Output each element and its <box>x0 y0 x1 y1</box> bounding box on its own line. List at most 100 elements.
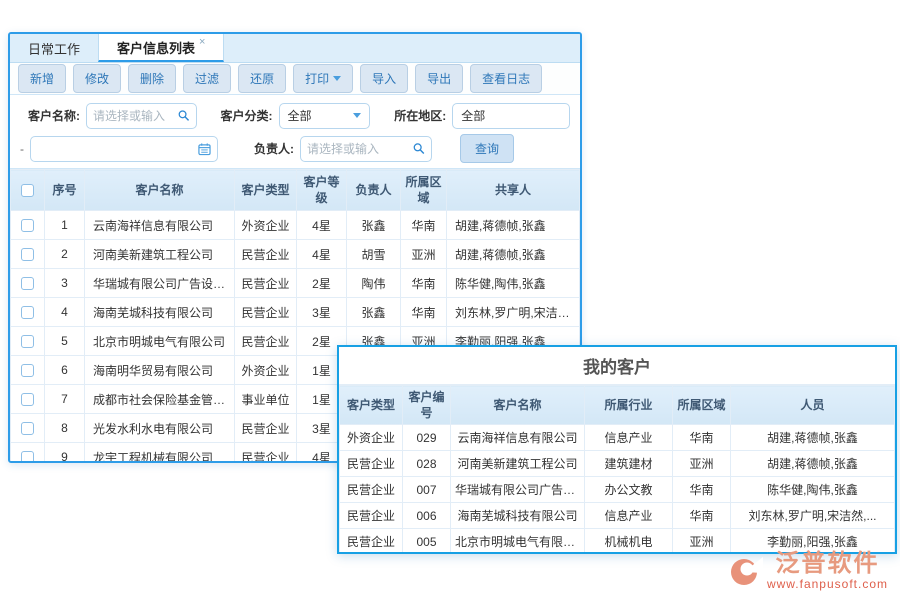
my-customers-table: 客户类型 客户编号 客户名称 所属行业 所属区域 人员 外资企业029云南海祥信… <box>339 385 895 554</box>
edit-button[interactable]: 修改 <box>73 64 121 93</box>
region-label: 所在地区: <box>394 107 446 124</box>
search-icon[interactable] <box>413 142 425 155</box>
filter-button[interactable]: 过滤 <box>183 64 231 93</box>
cell-type: 民营企业 <box>340 503 403 529</box>
cell-owner[interactable]: 张鑫 <box>347 298 401 327</box>
fanpu-logo: 泛普软件 www.fanpusoft.com <box>727 552 888 590</box>
export-button[interactable]: 导出 <box>415 64 463 93</box>
cell-owner[interactable]: 胡雪 <box>347 240 401 269</box>
calendar-icon[interactable] <box>198 142 211 156</box>
row-checkbox[interactable] <box>21 277 34 290</box>
cell-owner[interactable]: 陶伟 <box>347 269 401 298</box>
cell-name[interactable]: 华瑞城有限公司广告设计部 <box>85 269 235 298</box>
restore-button[interactable]: 还原 <box>238 64 286 93</box>
table-row[interactable]: 外资企业029云南海祥信息有限公司信息产业华南胡建,蒋德帧,张鑫 <box>340 425 895 451</box>
delete-button[interactable]: 删除 <box>128 64 176 93</box>
header-shared: 共享人 <box>447 170 580 211</box>
date-range-separator: - <box>20 142 24 156</box>
cell-region: 华南 <box>673 477 731 503</box>
cell-name[interactable]: 海南芜城科技有限公司 <box>451 503 585 529</box>
tab-daily-work[interactable]: 日常工作 <box>10 34 98 62</box>
cell-name[interactable]: 成都市社会保险基金管理... <box>85 385 235 414</box>
print-button[interactable]: 打印 <box>293 64 353 93</box>
select-all-checkbox[interactable] <box>21 184 34 197</box>
search-button[interactable]: 查询 <box>460 134 514 163</box>
chevron-down-icon <box>353 113 361 118</box>
cell-industry: 机械机电 <box>585 529 673 554</box>
import-button[interactable]: 导入 <box>360 64 408 93</box>
row-checkbox[interactable] <box>21 422 34 435</box>
row-checkbox[interactable] <box>21 393 34 406</box>
cell-no: 2 <box>45 240 85 269</box>
row-checkbox[interactable] <box>21 451 34 463</box>
cell-name[interactable]: 河南美新建筑工程公司 <box>85 240 235 269</box>
owner-input[interactable] <box>307 142 413 156</box>
row-checkbox[interactable] <box>21 219 34 232</box>
row-checkbox[interactable] <box>21 364 34 377</box>
table-header-row: 客户类型 客户编号 客户名称 所属行业 所属区域 人员 <box>340 386 895 425</box>
cell-name[interactable]: 北京市明城电气有限公司 <box>85 327 235 356</box>
row-checkbox[interactable] <box>21 335 34 348</box>
cell-code[interactable]: 028 <box>403 451 451 477</box>
page: 日常工作 客户信息列表 × 新增 修改 删除 过滤 还原 打印 导入 导出 查看… <box>0 0 900 600</box>
view-log-button[interactable]: 查看日志 <box>470 64 542 93</box>
row-checkbox-cell <box>11 269 45 298</box>
cell-code[interactable]: 007 <box>403 477 451 503</box>
cell-type: 民营企业 <box>235 269 297 298</box>
table-row[interactable]: 4海南芜城科技有限公司民营企业3星张鑫华南刘东林,罗广明,宋洁然,张鑫 <box>11 298 580 327</box>
row-checkbox[interactable] <box>21 306 34 319</box>
date-input[interactable] <box>37 142 198 156</box>
header-industry: 所属行业 <box>585 386 673 425</box>
header-name: 客户名称 <box>451 386 585 425</box>
cell-code[interactable]: 005 <box>403 529 451 554</box>
cell-name[interactable]: 华瑞城有限公司广告设计部 <box>451 477 585 503</box>
cell-no: 4 <box>45 298 85 327</box>
search-icon[interactable] <box>178 109 189 122</box>
tab-bar: 日常工作 客户信息列表 × <box>10 34 580 63</box>
my-customers-panel: 我的客户 客户类型 客户编号 客户名称 所属行业 所属区域 人员 外资企业029… <box>337 345 897 554</box>
cell-type: 外资企业 <box>235 356 297 385</box>
cell-grade: 4星 <box>297 211 347 240</box>
row-checkbox-cell <box>11 211 45 240</box>
cell-owner[interactable]: 张鑫 <box>347 211 401 240</box>
filter-panel: 客户名称: 客户分类: 全部 所在地区: 全部 <box>10 95 580 169</box>
owner-label: 负责人: <box>254 140 294 157</box>
cell-name[interactable]: 光发水利水电有限公司 <box>85 414 235 443</box>
region-select[interactable]: 全部 <box>452 103 570 129</box>
cell-name[interactable]: 海南明华贸易有限公司 <box>85 356 235 385</box>
cell-name[interactable]: 海南芜城科技有限公司 <box>85 298 235 327</box>
customer-category-select[interactable]: 全部 <box>279 103 371 129</box>
cell-region: 华南 <box>673 425 731 451</box>
add-button[interactable]: 新增 <box>18 64 66 93</box>
cell-name[interactable]: 云南海祥信息有限公司 <box>85 211 235 240</box>
row-checkbox[interactable] <box>21 248 34 261</box>
cell-no: 7 <box>45 385 85 414</box>
cell-code[interactable]: 006 <box>403 503 451 529</box>
table-row[interactable]: 民营企业007华瑞城有限公司广告设计部办公文教华南陈华健,陶伟,张鑫 <box>340 477 895 503</box>
table-row[interactable]: 3华瑞城有限公司广告设计部民营企业2星陶伟华南陈华健,陶伟,张鑫 <box>11 269 580 298</box>
cell-persons: 陈华健,陶伟,张鑫 <box>731 477 895 503</box>
table-header-row: 序号 客户名称 客户类型 客户等级 负责人 所属区域 共享人 <box>11 170 580 211</box>
cell-name[interactable]: 河南美新建筑工程公司 <box>451 451 585 477</box>
cell-type: 民营企业 <box>340 477 403 503</box>
table-row[interactable]: 2河南美新建筑工程公司民营企业4星胡雪亚洲胡建,蒋德帧,张鑫 <box>11 240 580 269</box>
cell-name[interactable]: 北京市明城电气有限公司 <box>451 529 585 554</box>
cell-code[interactable]: 029 <box>403 425 451 451</box>
customer-name-input[interactable] <box>93 109 178 123</box>
tab-close-icon[interactable]: × <box>199 36 205 48</box>
header-persons: 人员 <box>731 386 895 425</box>
customer-category-label: 客户分类: <box>221 107 273 124</box>
tab-customer-list[interactable]: 客户信息列表 × <box>98 34 224 62</box>
chevron-down-icon <box>333 76 341 81</box>
table-row[interactable]: 民营企业028河南美新建筑工程公司建筑建材亚洲胡建,蒋德帧,张鑫 <box>340 451 895 477</box>
cell-name[interactable]: 龙宇工程机械有限公司 <box>85 443 235 464</box>
table-row[interactable]: 民营企业006海南芜城科技有限公司信息产业华南刘东林,罗广明,宋洁然,... <box>340 503 895 529</box>
cell-industry: 建筑建材 <box>585 451 673 477</box>
table-row[interactable]: 1云南海祥信息有限公司外资企业4星张鑫华南胡建,蒋德帧,张鑫 <box>11 211 580 240</box>
cell-no: 8 <box>45 414 85 443</box>
cell-no: 1 <box>45 211 85 240</box>
cell-name[interactable]: 云南海祥信息有限公司 <box>451 425 585 451</box>
customer-name-input-wrap <box>86 103 197 129</box>
cell-type: 民营企业 <box>235 414 297 443</box>
cell-region: 亚洲 <box>673 529 731 554</box>
